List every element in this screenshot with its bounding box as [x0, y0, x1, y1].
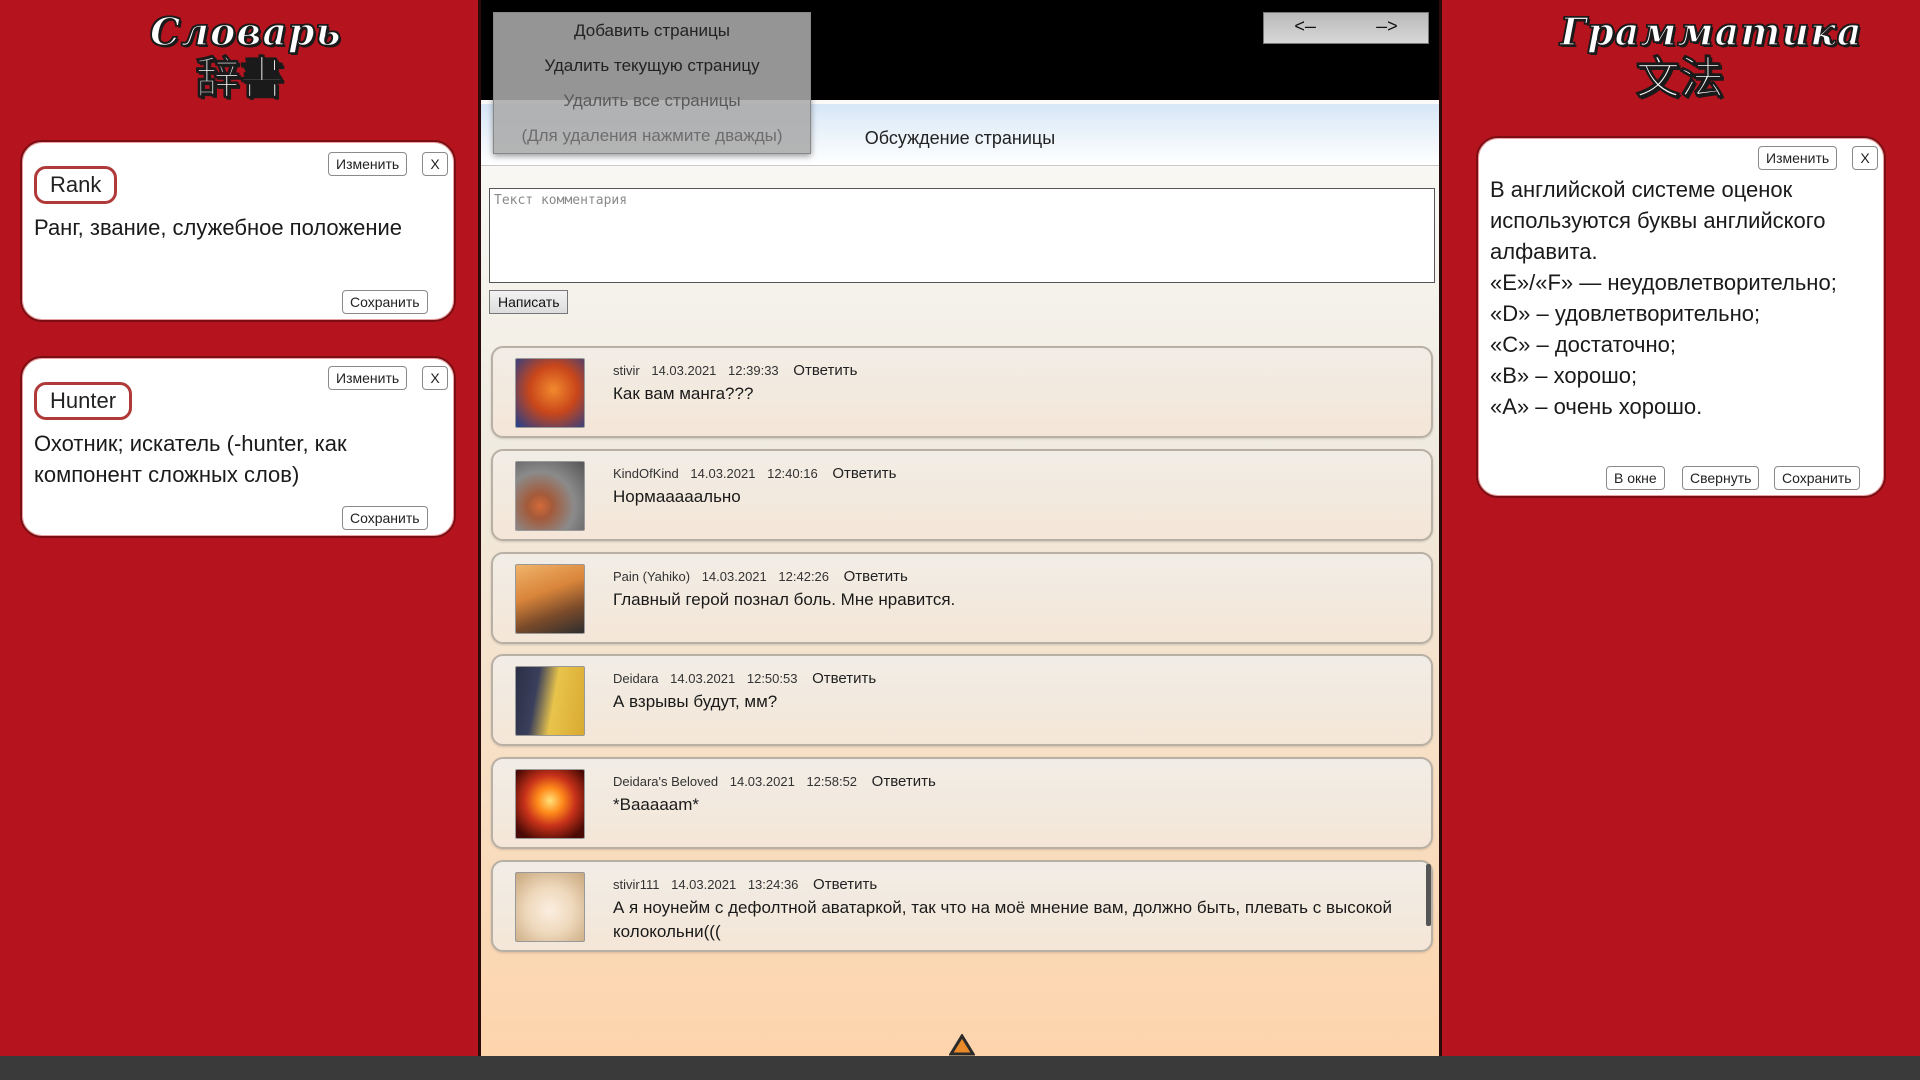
grammar-line: «C» – достаточно;: [1490, 332, 1677, 357]
dictionary-title-kanji: 辞書: [196, 53, 285, 104]
delete-current-page-item[interactable]: Удалить текущую страницу: [494, 48, 810, 83]
dictionary-card: Изменить X Hunter Охотник; искатель (-hu…: [20, 356, 456, 538]
translation-text: Ранг, звание, служебное положение: [34, 215, 403, 240]
next-page-button[interactable]: —>: [1376, 18, 1398, 38]
edit-button[interactable]: Изменить: [328, 366, 408, 390]
comment-item: stivir111 14.03.2021 13:24:36 Ответить А…: [491, 859, 1433, 952]
word-badge: Hunter: [34, 382, 133, 420]
word-badge: Rank: [34, 166, 118, 204]
comment-meta: Pain (Yahiko) 14.03.2021 12:42:26 Ответи…: [613, 568, 916, 585]
comment-text: *Baaaaam*: [613, 795, 700, 815]
collapse-button[interactable]: Свернуть: [1682, 466, 1760, 490]
grammar-title-kanji: 文法: [1636, 53, 1725, 104]
grammar-title: Грамматика 文法: [1559, 9, 1863, 104]
pain-avatar[interactable]: [515, 563, 585, 634]
fox-avatar[interactable]: [515, 358, 585, 428]
rock-avatar[interactable]: [515, 460, 585, 531]
window-button[interactable]: В окне: [1606, 466, 1665, 490]
delete-all-pages-item[interactable]: Удалить все страницы: [494, 83, 810, 118]
reply-button[interactable]: Ответить: [813, 876, 877, 893]
comment-meta: KindOfKind 14.03.2021 12:40:16 Ответить: [613, 465, 904, 482]
grammar-card: Изменить X В английской системе оценок и…: [1476, 136, 1886, 498]
comment-item: Deidara's Beloved 14.03.2021 12:58:52 От…: [491, 757, 1433, 850]
comment-time: 12:50:53: [746, 671, 798, 687]
comment-item: Pain (Yahiko) 14.03.2021 12:42:26 Ответи…: [491, 551, 1433, 644]
comment-meta: stivir111 14.03.2021 13:24:36 Ответить: [613, 876, 885, 893]
comment-text: Главный герой познал боль. Мне нравится.: [613, 589, 956, 609]
reply-button[interactable]: Ответить: [812, 670, 876, 687]
reply-button[interactable]: Ответить: [872, 773, 936, 790]
comment-date: 14.03.2021: [729, 774, 795, 790]
center-panel: <— —> Обсуждение страницы Добавить стран…: [478, 0, 1442, 1056]
comment-date: 14.03.2021: [651, 363, 717, 378]
dictionary-card: Изменить X Rank Ранг, звание, служебное …: [20, 140, 456, 322]
comment-user: Deidara: [613, 671, 659, 687]
deidara-avatar[interactable]: [515, 666, 585, 737]
comment-meta: Deidara's Beloved 14.03.2021 12:58:52 От…: [613, 773, 944, 790]
comment-time: 12:39:33: [728, 363, 779, 378]
dictionary-title: Словарь 辞書: [149, 9, 342, 104]
grammar-title-text: Грамматика: [1559, 9, 1863, 55]
grammar-line: «B» – хорошо;: [1490, 363, 1638, 388]
grammar-line: В английской системе оценок используются…: [1490, 177, 1832, 264]
grammar-line: «E»/«F» — неудовлетворительно;: [1490, 270, 1837, 295]
scrollbar-thumb[interactable]: [1426, 864, 1431, 926]
comment-list: stivir 14.03.2021 12:39:33 Ответить Как …: [491, 346, 1433, 963]
comment-user: Pain (Yahiko): [613, 568, 691, 584]
comment-time: 12:42:26: [778, 568, 830, 584]
dictionary-title-text: Словарь: [149, 9, 342, 55]
comment-user: stivir: [613, 363, 640, 378]
comment-date: 14.03.2021: [670, 671, 736, 687]
comment-time: 12:40:16: [767, 465, 818, 481]
comment-item: stivir 14.03.2021 12:39:33 Ответить Как …: [491, 346, 1433, 438]
close-button[interactable]: X: [422, 152, 448, 176]
comment-text: Как вам манга???: [613, 384, 754, 403]
comment-text: А я ноунейм с дефолтной аватаркой, так ч…: [613, 897, 1392, 941]
reply-button[interactable]: Ответить: [844, 568, 908, 585]
reply-button[interactable]: Ответить: [793, 362, 857, 379]
prev-page-button[interactable]: <—: [1294, 18, 1316, 38]
comment-meta: stivir 14.03.2021 12:39:33 Ответить: [613, 362, 865, 379]
edit-button[interactable]: Изменить: [328, 152, 408, 176]
page-menu: Добавить страницы Удалить текущую страни…: [493, 12, 811, 154]
close-button[interactable]: X: [1852, 146, 1878, 170]
save-button[interactable]: Сохранить: [342, 290, 428, 314]
comment-date: 14.03.2021: [701, 568, 767, 584]
delete-hint: (Для удаления нажмите дважды): [521, 126, 783, 145]
explosion-avatar[interactable]: [515, 769, 585, 840]
comment-time: 13:24:36: [747, 876, 799, 892]
add-pages-item[interactable]: Добавить страницы: [494, 13, 810, 48]
translation-text: Охотник; искатель (-hunter, как компонен…: [34, 431, 347, 487]
comment-text: Нормааааально: [613, 486, 741, 506]
grammar-text: В английской системе оценок используются…: [1490, 174, 1880, 422]
reply-button[interactable]: Ответить: [832, 465, 896, 482]
comment-date: 14.03.2021: [690, 465, 756, 481]
taskbar: [0, 1056, 1920, 1080]
comment-user: Deidara's Beloved: [613, 774, 719, 790]
page-nav: <— —>: [1263, 12, 1429, 44]
grammar-line: «A» – очень хорошо.: [1490, 394, 1703, 419]
comment-item: KindOfKind 14.03.2021 12:40:16 Ответить …: [491, 448, 1433, 541]
comment-user: stivir111: [613, 876, 660, 892]
comment-meta: Deidara 14.03.2021 12:50:53 Ответить: [613, 670, 884, 687]
anime-girl-avatar[interactable]: [515, 871, 585, 942]
grammar-line: «D» – удовлетворительно;: [1490, 301, 1761, 326]
comment-time: 12:58:52: [806, 774, 858, 790]
comment-user: KindOfKind: [613, 465, 679, 481]
comment-item: Deidara 14.03.2021 12:50:53 Ответить А в…: [491, 654, 1433, 747]
close-button[interactable]: X: [422, 366, 448, 390]
save-button[interactable]: Сохранить: [1774, 466, 1860, 490]
save-button[interactable]: Сохранить: [342, 506, 428, 530]
comment-text: А взрывы будут, мм?: [613, 692, 778, 712]
write-button[interactable]: Написать: [489, 290, 569, 314]
comment-input[interactable]: [489, 188, 1435, 283]
comment-date: 14.03.2021: [671, 876, 737, 892]
edit-button[interactable]: Изменить: [1758, 146, 1838, 170]
